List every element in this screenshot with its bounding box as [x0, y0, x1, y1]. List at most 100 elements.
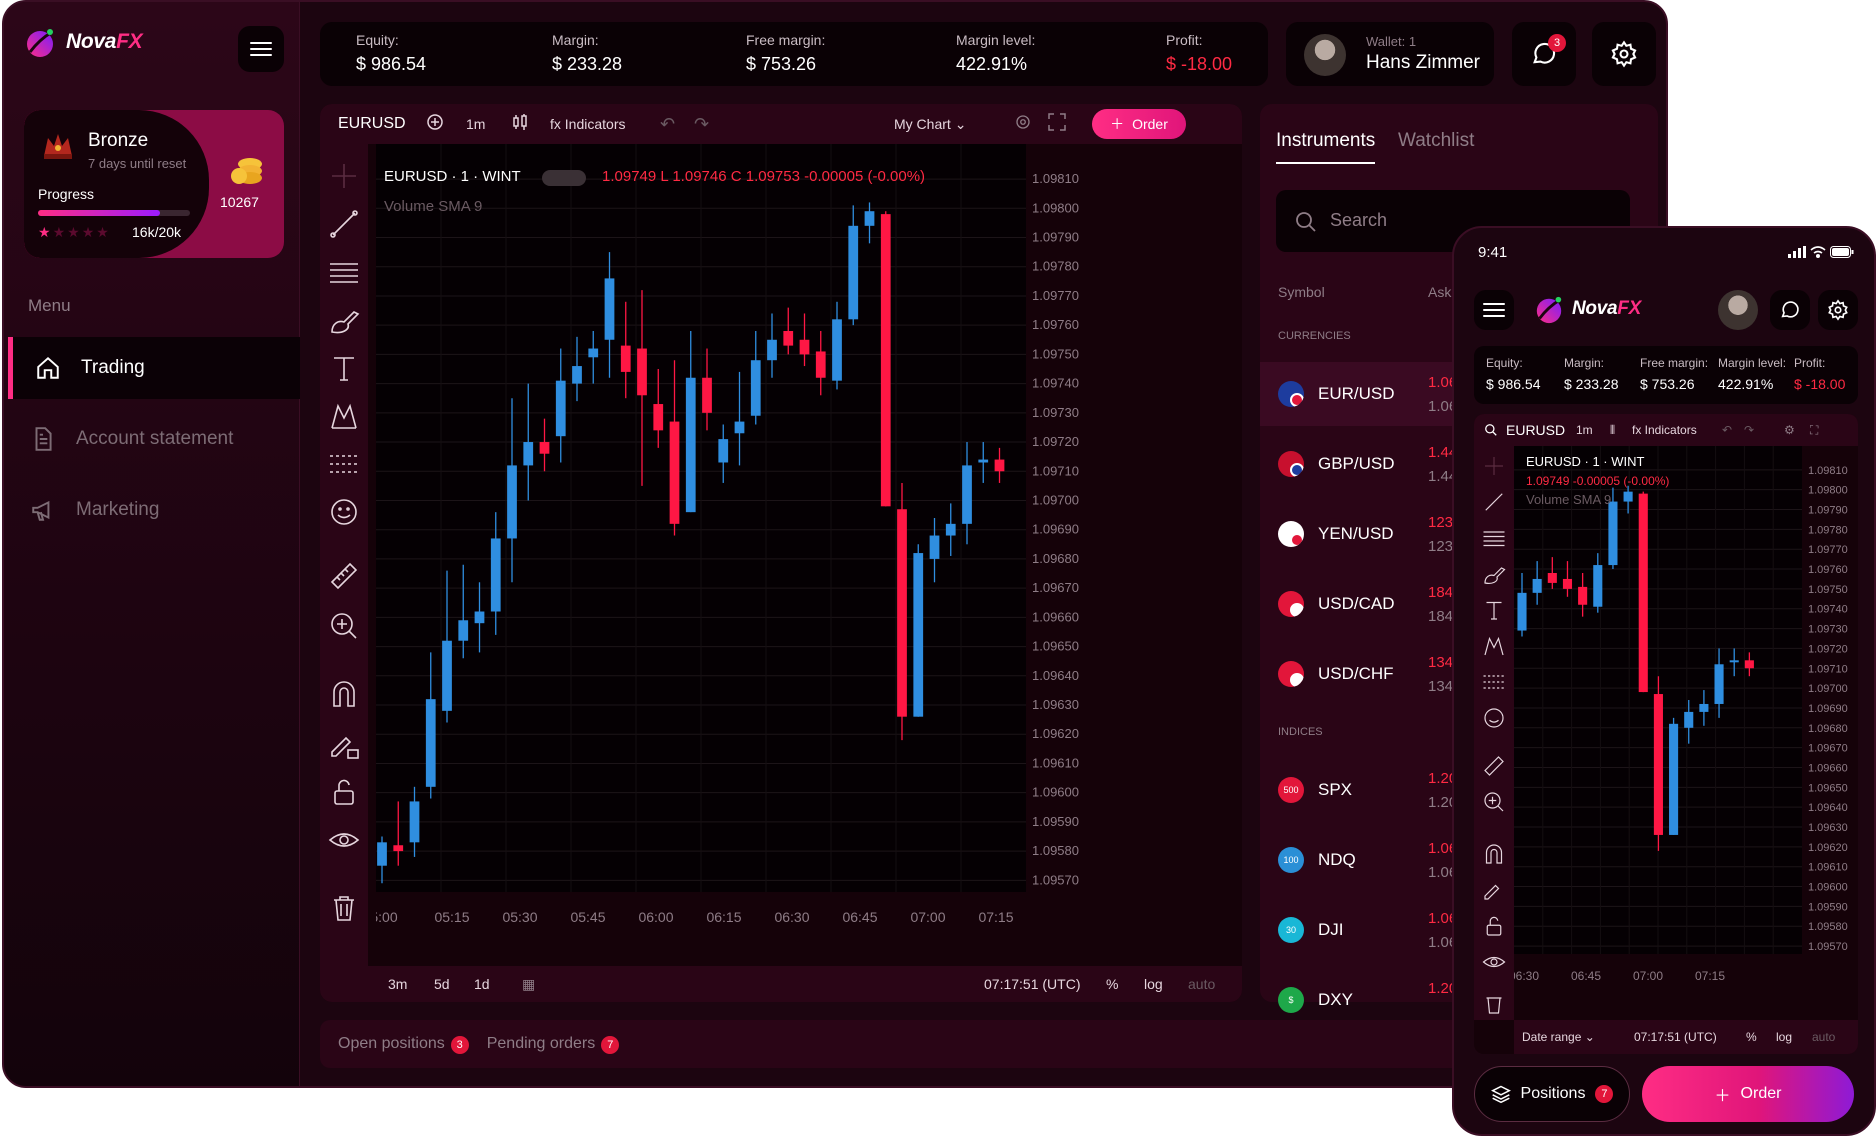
search-icon[interactable] — [1484, 423, 1498, 437]
symbol-selector[interactable]: EURUSD — [338, 115, 426, 133]
delete-drawings-tool[interactable] — [328, 892, 360, 929]
redo-icon[interactable]: ↷ — [694, 114, 894, 135]
candlestick-chart[interactable]: 1.09570 1.09580 1.09590 1.09600 1.09610 1.096… — [376, 144, 1242, 966]
pending-orders-tab[interactable]: Pending orders 7 — [487, 1035, 620, 1054]
crosshair-tool[interactable] — [1482, 454, 1506, 483]
instrument-row[interactable]: 30 DJI — [1260, 898, 1460, 962]
instrument-row[interactable]: 100 NDQ — [1260, 828, 1460, 892]
order-button[interactable]: ＋ Order — [1092, 109, 1186, 139]
settings-button[interactable] — [1592, 22, 1656, 86]
magnet-tool[interactable] — [1482, 842, 1506, 871]
undo-icon[interactable]: ↶ — [660, 114, 694, 135]
auto-toggle[interactable]: auto — [1188, 976, 1215, 992]
text-tool[interactable] — [328, 352, 360, 389]
instrument-row[interactable]: EUR/USD — [1260, 362, 1460, 426]
hamburger-menu-button[interactable] — [238, 26, 284, 72]
fullscreen-button[interactable] — [1048, 112, 1092, 136]
mobile-positions-button[interactable]: Positions 7 — [1474, 1066, 1630, 1122]
indicators-button[interactable]: fx Indicators — [550, 116, 660, 132]
mobile-candlestick-chart[interactable]: 1.09570 1.09580 1.09590 1.09600 1.09610 1.096… — [1514, 446, 1858, 994]
crosshair-tool[interactable] — [328, 160, 360, 197]
layout-selector[interactable]: My Chart ⌄ — [894, 116, 1014, 133]
open-positions-tab[interactable]: Open positions 3 — [338, 1035, 469, 1054]
fib-tool[interactable] — [328, 256, 360, 293]
instrument-row[interactable]: USD/CAD — [1260, 572, 1440, 636]
emoji-tool[interactable] — [1482, 706, 1506, 735]
percent-toggle[interactable]: % — [1746, 1030, 1776, 1044]
pattern-tool[interactable] — [328, 400, 360, 437]
visibility-tool[interactable] — [1482, 950, 1506, 979]
col-symbol: Symbol — [1278, 284, 1325, 300]
mobile-hamburger-button[interactable] — [1474, 290, 1514, 330]
mobile-volume-label: Volume SMA 9 — [1526, 492, 1612, 507]
instrument-row[interactable]: GBP/USD — [1260, 432, 1440, 496]
ruler-tool[interactable] — [1482, 754, 1506, 783]
calendar-icon[interactable]: ▦ — [522, 976, 984, 993]
visibility-toggle[interactable] — [542, 170, 586, 186]
prediction-tool[interactable] — [328, 448, 360, 485]
prediction-tool[interactable] — [1482, 670, 1506, 699]
chart-settings-button[interactable] — [1014, 113, 1048, 136]
lock-drawing-tool[interactable] — [1482, 878, 1506, 907]
mobile-interval-selector[interactable]: 1m — [1576, 423, 1610, 437]
log-toggle[interactable]: log — [1144, 976, 1188, 992]
magnet-icon — [333, 681, 355, 707]
add-symbol-button[interactable] — [426, 113, 466, 136]
nav-item-trading[interactable]: Trading — [8, 337, 300, 399]
mobile-avatar[interactable] — [1718, 290, 1758, 330]
percent-toggle[interactable]: % — [1106, 976, 1144, 992]
instrument-row[interactable]: 500 SPX — [1260, 758, 1460, 822]
user-wallet-card[interactable]: Wallet: 1 Hans Zimmer — [1286, 22, 1494, 86]
visibility-tool[interactable] — [328, 824, 360, 861]
pencil-lock-icon — [1484, 884, 1500, 900]
date-range-selector[interactable]: Date range ⌄ — [1522, 1030, 1634, 1044]
instrument-row[interactable]: $ DXY — [1260, 968, 1460, 1032]
index-icon: 30 — [1278, 917, 1304, 943]
log-toggle[interactable]: log — [1776, 1030, 1812, 1044]
magnet-tool[interactable] — [328, 678, 360, 715]
brush-icon — [331, 311, 360, 334]
mobile-order-button[interactable]: ＋ Order — [1642, 1066, 1854, 1122]
range-1d[interactable]: 1d — [474, 976, 522, 992]
trend-line-tool[interactable] — [328, 208, 360, 245]
candle-body — [1699, 703, 1709, 712]
instrument-row[interactable]: USD/CHF — [1260, 642, 1440, 706]
text-tool[interactable] — [1482, 598, 1506, 627]
tier-card[interactable]: Bronze 7 days until reset Progress ★ ★ ★ ★ ★… — [24, 110, 284, 258]
nav-item-account-statement[interactable]: Account statement — [8, 408, 300, 470]
mobile-symbol-selector[interactable]: EURUSD — [1506, 422, 1576, 438]
emoji-tool[interactable] — [328, 496, 360, 533]
instrument-row[interactable]: YEN/USD — [1260, 502, 1440, 566]
brush-tool[interactable] — [1482, 562, 1506, 591]
lock-drawing-tool[interactable] — [328, 728, 360, 765]
zoom-tool[interactable] — [1482, 790, 1506, 819]
pattern-tool[interactable] — [1482, 634, 1506, 663]
redo-icon[interactable]: ↷ — [1744, 423, 1784, 437]
auto-toggle[interactable]: auto — [1812, 1030, 1835, 1044]
interval-selector[interactable]: 1m — [466, 116, 512, 132]
range-3m[interactable]: 3m — [388, 976, 434, 992]
fib-tool[interactable] — [1482, 526, 1506, 555]
delete-drawings-tool[interactable] — [1482, 992, 1506, 1021]
gear-icon[interactable]: ⚙ — [1784, 423, 1810, 437]
mobile-chat-button[interactable] — [1770, 290, 1810, 330]
fullscreen-icon[interactable]: ⛶ — [1810, 423, 1818, 438]
tab-instruments[interactable]: Instruments — [1276, 130, 1376, 164]
zoom-tool[interactable] — [328, 610, 360, 647]
mobile-settings-button[interactable] — [1818, 290, 1858, 330]
range-5d[interactable]: 5d — [434, 976, 474, 992]
ruler-tool[interactable] — [328, 560, 360, 597]
brush-tool[interactable] — [328, 304, 360, 341]
unlock-tool[interactable] — [1482, 914, 1506, 943]
chat-button[interactable]: 3 — [1512, 22, 1576, 86]
nav-item-marketing[interactable]: Marketing — [8, 479, 300, 541]
unlock-tool[interactable] — [328, 776, 360, 813]
candle-type-button[interactable] — [512, 113, 550, 136]
brand-logo[interactable]: NovaFX — [24, 26, 143, 58]
trend-line-tool[interactable] — [1482, 490, 1506, 519]
mobile-indicators-button[interactable]: fx Indicators — [1632, 423, 1722, 437]
candles-icon[interactable]: ⫴ — [1610, 423, 1632, 438]
undo-icon[interactable]: ↶ — [1722, 423, 1744, 437]
instrument-symbol: USD/CHF — [1318, 664, 1394, 683]
tab-watchlist[interactable]: Watchlist — [1398, 130, 1474, 152]
